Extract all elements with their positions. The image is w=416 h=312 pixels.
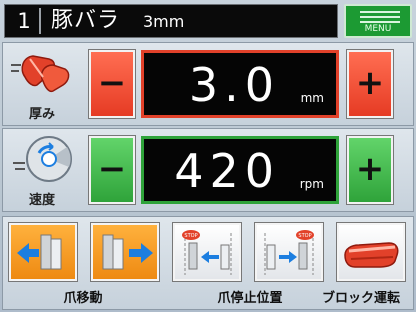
claw-move-right-button[interactable] — [91, 223, 159, 281]
program-display: 1 豚バラ 3mm — [4, 4, 338, 38]
claw-stop-label: 爪停止位置 — [217, 291, 283, 306]
menu-button[interactable]: MENU — [344, 4, 412, 38]
speed-minus-button[interactable]: − — [89, 136, 135, 204]
claw-move-left-button[interactable] — [9, 223, 77, 281]
speed-unit: rpm — [299, 177, 324, 191]
thickness-unit: mm — [300, 91, 324, 105]
thickness-minus-button[interactable]: − — [89, 50, 135, 118]
slicer-screen: 1 豚バラ 3mm MENU 厚み − 3.0 mm + 速度 − 420 rp… — [0, 0, 416, 312]
menu-label: MENU — [364, 24, 392, 34]
speed-display: 420 rpm — [141, 136, 339, 204]
speed-value: 420 — [174, 144, 280, 198]
thickness-value: 3.0 — [188, 58, 280, 112]
speed-label: 速度 — [28, 193, 55, 208]
program-number: 1 — [9, 8, 41, 34]
block-run-button[interactable] — [337, 223, 405, 281]
product-name: 豚バラ — [51, 8, 121, 33]
thickness-plus-button[interactable]: + — [347, 50, 393, 118]
stop-right-icon: STOP — [264, 230, 314, 275]
stop-sign-text: STOP — [184, 233, 197, 239]
meat-block-icon — [344, 242, 399, 268]
claw-move-label: 爪移動 — [63, 291, 103, 306]
meat-slice-icon — [9, 47, 75, 103]
header-bar: 1 豚バラ 3mm MENU — [4, 4, 412, 38]
thickness-label: 厚み — [28, 107, 55, 122]
header-thickness: 3mm — [143, 12, 185, 31]
claw-left-icon — [17, 234, 62, 270]
stop-sign-text: STOP — [298, 233, 311, 239]
block-run-label: ブロック運転 — [321, 291, 400, 306]
claw-stop-left-button[interactable]: STOP — [173, 223, 241, 281]
claw-stop-right-button[interactable]: STOP — [255, 223, 323, 281]
menu-lines-icon — [360, 11, 400, 25]
bottom-controls: STOP STOP 爪移動 爪停止位置 ブロック運転 — [2, 216, 414, 310]
speed-plus-button[interactable]: + — [347, 136, 393, 204]
thickness-display: 3.0 mm — [141, 50, 339, 118]
speed-panel: 速度 − 420 rpm + — [2, 128, 414, 212]
stop-left-icon: STOP — [182, 230, 232, 275]
claw-right-icon — [102, 234, 153, 270]
blade-icon — [9, 133, 75, 189]
thickness-panel: 厚み − 3.0 mm + — [2, 42, 414, 126]
